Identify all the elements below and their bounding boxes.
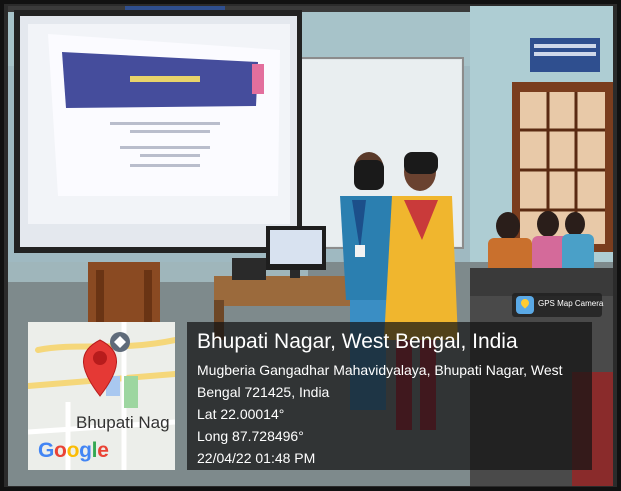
gps-map-camera-badge: GPS Map Camera (512, 293, 604, 317)
address-line-2: Bengal 721425, India (197, 384, 330, 400)
location-title: Bhupati Nagar, West Bengal, India (197, 330, 518, 353)
map-thumbnail: Bhupati Nag Google (28, 322, 175, 470)
latitude: Lat 22.00014° (197, 406, 285, 422)
gps-camera-icon (516, 296, 534, 314)
address-line-1: Mugberia Gangadhar Mahavidyalaya, Bhupat… (197, 362, 563, 378)
map-place-label: Bhupati Nag (76, 413, 170, 432)
badge-label: GPS Map Camera (538, 299, 604, 308)
photo-frame: GPS Map Camera Bhupati Nag Google Bhupat… (0, 0, 621, 491)
timestamp: 22/04/22 01:48 PM (197, 450, 316, 466)
google-logo: Google (38, 439, 109, 462)
longitude: Long 87.728496° (197, 428, 304, 444)
location-info-panel: Bhupati Nagar, West Bengal, India Mugber… (187, 322, 592, 470)
